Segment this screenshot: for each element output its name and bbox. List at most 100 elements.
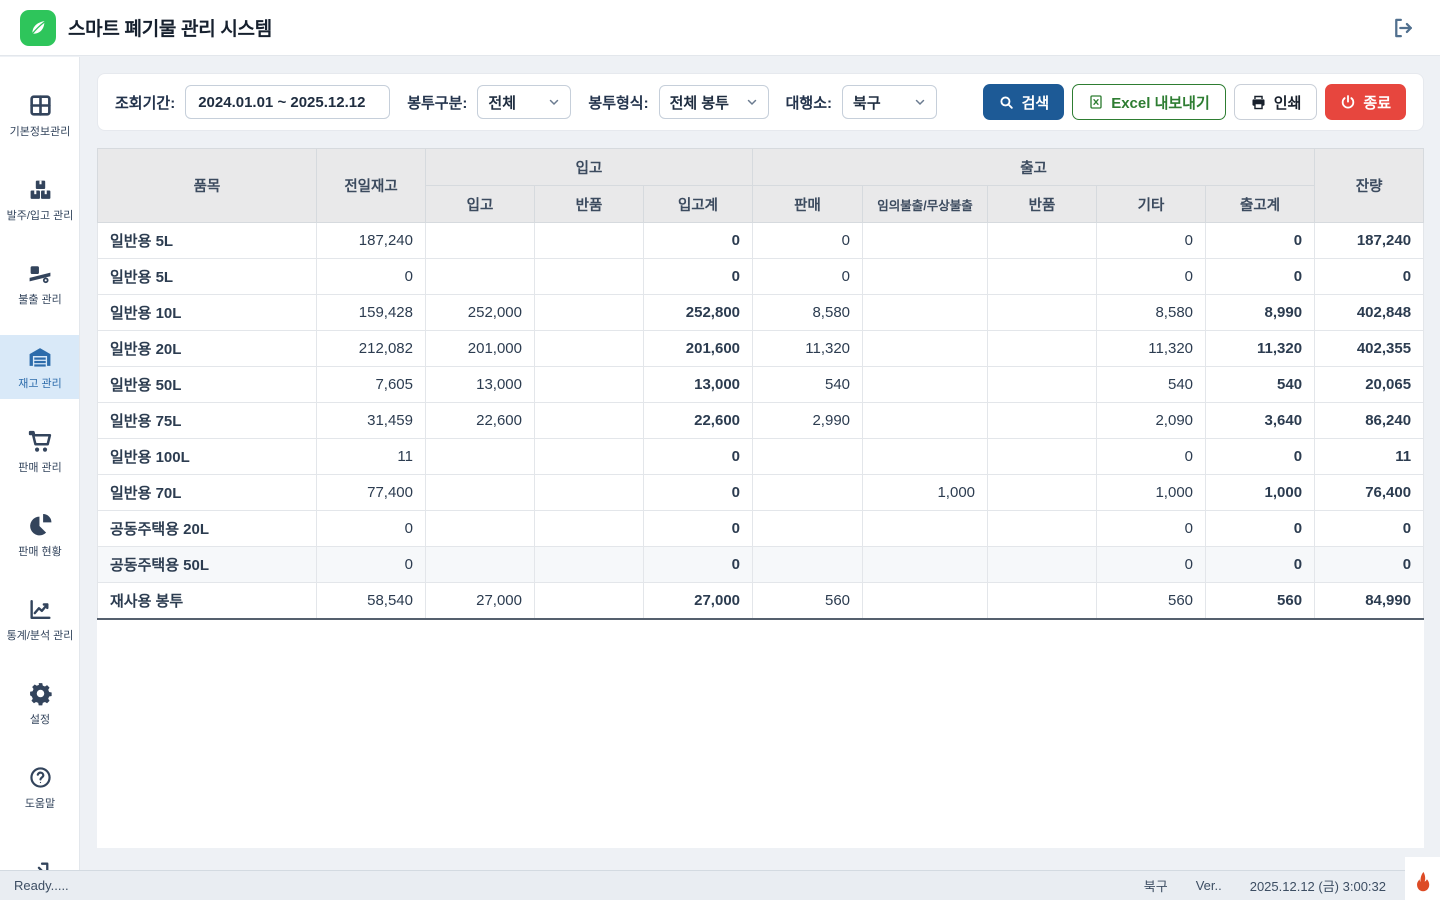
sidebar-item-help[interactable]: 도움말 [0,755,80,819]
help-icon [28,765,53,790]
cell-free [863,439,988,475]
cell-item: 일반용 5L [98,259,317,295]
cell-in_ret [535,259,644,295]
status-datetime: 2025.12.12 (금) 3:00:32 [1250,876,1386,895]
table-row[interactable]: 일반용 5L000000 [98,259,1424,295]
cell-item: 공동주택용 20L [98,511,317,547]
sidebar: 기본정보관리발주/입고 관리불출 관리재고 관리판매 관리판매 현황통계/분석 … [0,57,80,870]
table-row[interactable]: 일반용 50L7,60513,00013,00054054054020,065 [98,367,1424,403]
app-logo [20,10,56,46]
warehouse-icon [27,345,53,370]
cell-in_tot: 0 [644,475,753,511]
table-row[interactable]: 재사용 봉투58,54027,00027,00056056056084,990 [98,583,1424,619]
cell-free [863,583,988,619]
search-button-label: 검색 [1022,92,1050,113]
col-header-prev-stock: 전일재고 [317,149,426,223]
main-content: 조회기간: 봉투구분: 전체 봉투형식: 전체 봉투 대행소: 북구 [81,57,1440,870]
table-row[interactable]: 일반용 10L159,428252,000252,8008,5808,5808,… [98,295,1424,331]
bag-type-select[interactable]: 전체 [477,85,571,119]
col-group-inbound: 입고 [426,149,753,186]
period-input[interactable] [185,85,390,119]
cell-in_ret [535,547,644,583]
cell-remain: 84,990 [1315,583,1424,619]
sidebar-item-label: 설정 [30,715,50,726]
cell-sale [753,439,863,475]
cell-inb [426,259,535,295]
sidebar-item-label: 기본정보관리 [10,127,71,138]
table-row[interactable]: 일반용 100L1100011 [98,439,1424,475]
cell-out_ret [988,259,1097,295]
table-row[interactable]: 일반용 70L77,40001,0001,0001,00076,400 [98,475,1424,511]
search-button[interactable]: 검색 [983,84,1065,120]
sidebar-item-sales-status[interactable]: 판매 현황 [0,503,80,567]
cell-in_ret [535,403,644,439]
logout-button[interactable] [1386,11,1420,45]
cell-out_ret [988,511,1097,547]
period-label: 조회기간: [115,92,175,113]
cell-etc: 1,000 [1097,475,1206,511]
cell-inb [426,439,535,475]
table-row[interactable]: 공동주택용 20L00000 [98,511,1424,547]
cell-inb [426,547,535,583]
leaf-icon [27,17,49,39]
truck-icon [27,261,53,286]
cell-prev: 187,240 [317,223,426,259]
cell-remain: 20,065 [1315,367,1424,403]
sidebar-item-label: 재고 관리 [18,379,62,390]
cell-out_ret [988,331,1097,367]
sidebar-item-sales[interactable]: 판매 관리 [0,419,80,483]
cell-out_ret [988,403,1097,439]
sidebar-item-settings[interactable]: 설정 [0,671,80,735]
exit-button[interactable]: 종료 [1325,84,1406,120]
agency-value: 북구 [853,92,881,113]
cell-etc: 560 [1097,583,1206,619]
col-header-in: 입고 [426,186,535,223]
cell-item: 일반용 50L [98,367,317,403]
bag-format-value: 전체 봉투 [670,92,729,113]
cell-remain: 76,400 [1315,475,1424,511]
cell-etc: 0 [1097,547,1206,583]
cell-in_tot: 0 [644,259,753,295]
agency-select[interactable]: 북구 [842,85,937,119]
cell-prev: 0 [317,511,426,547]
cell-in_ret [535,511,644,547]
cell-prev: 77,400 [317,475,426,511]
print-button[interactable]: 인쇄 [1234,84,1318,120]
cell-remain: 402,848 [1315,295,1424,331]
cell-out_ret [988,547,1097,583]
col-header-out-total: 출고계 [1206,186,1315,223]
page-title: 스마트 폐기물 관리 시스템 [68,14,272,41]
pie-chart-icon [28,513,53,538]
sidebar-item-logout[interactable] [0,839,80,870]
cell-prev: 11 [317,439,426,475]
cell-out_ret [988,583,1097,619]
table-row[interactable]: 일반용 20L212,082201,000201,60011,32011,320… [98,331,1424,367]
table-row[interactable]: 일반용 75L31,45922,60022,6002,9902,0903,640… [98,403,1424,439]
table-row[interactable]: 공동주택용 50L00000 [98,547,1424,583]
cell-in_ret [535,583,644,619]
sidebar-item-issue[interactable]: 불출 관리 [0,251,80,315]
excel-file-icon [1088,94,1104,110]
cell-inb [426,223,535,259]
table-row[interactable]: 일반용 5L187,2400000187,240 [98,223,1424,259]
cell-in_tot: 0 [644,223,753,259]
excel-export-button[interactable]: Excel 내보내기 [1072,84,1226,120]
col-header-remain: 잔량 [1315,149,1424,223]
cell-inb: 22,600 [426,403,535,439]
cell-out_ret [988,295,1097,331]
cell-etc: 540 [1097,367,1206,403]
gear-icon [28,681,53,706]
cell-free [863,295,988,331]
chevron-down-icon [914,96,926,108]
exit-button-label: 종료 [1363,92,1391,113]
bag-format-select[interactable]: 전체 봉투 [659,85,769,119]
col-header-free-issue: 임의불출/무상불출 [863,186,988,223]
status-agency: 북구 [1144,876,1168,895]
logout-icon [1390,15,1416,41]
sidebar-item-basic-info[interactable]: 기본정보관리 [0,83,80,147]
excel-button-label: Excel 내보내기 [1111,92,1210,113]
cell-out_tot: 1,000 [1206,475,1315,511]
sidebar-item-order-receiving[interactable]: 발주/입고 관리 [0,167,80,231]
sidebar-item-stats[interactable]: 통계/분석 관리 [0,587,80,651]
sidebar-item-inventory[interactable]: 재고 관리 [0,335,80,399]
